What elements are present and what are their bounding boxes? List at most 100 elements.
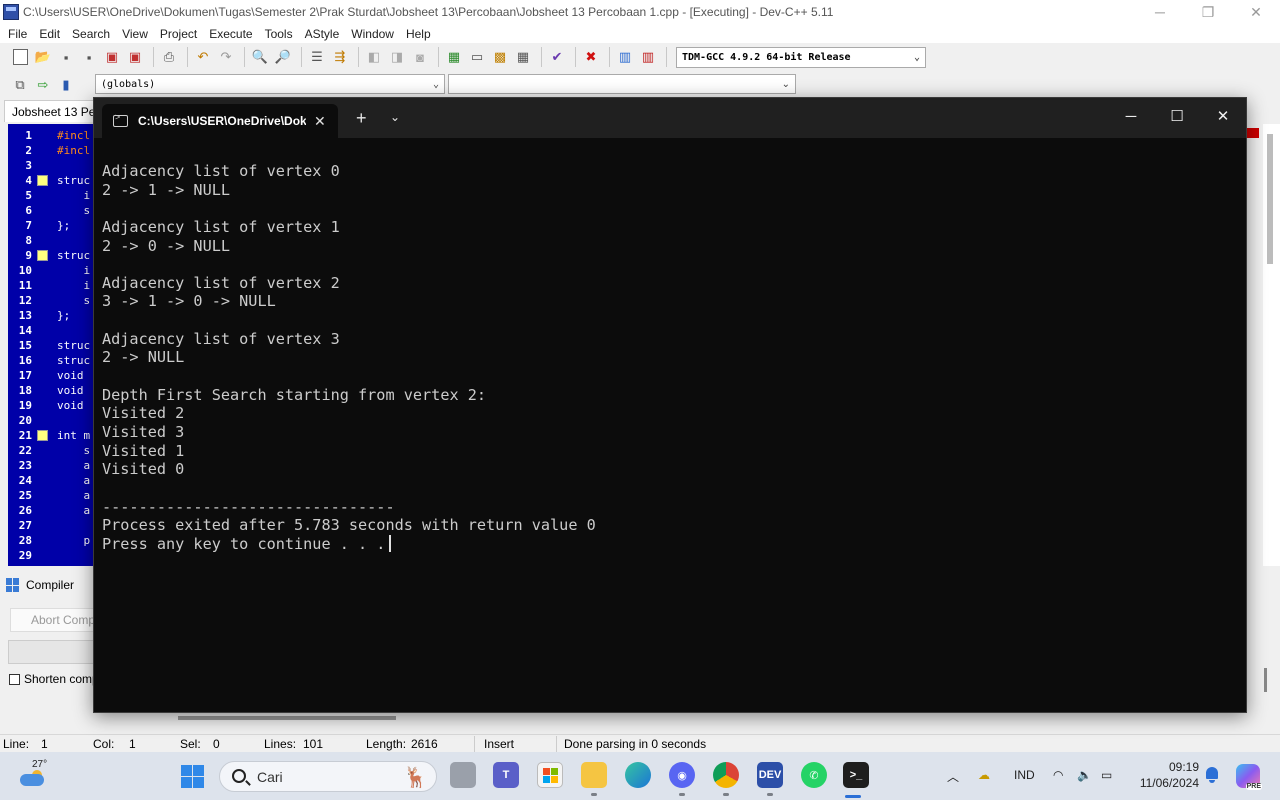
editor-line[interactable]: 17 void xyxy=(8,368,94,383)
new-project-icon[interactable]: ▦ xyxy=(444,47,464,67)
editor-line[interactable]: 14 xyxy=(8,323,94,338)
file-explorer-icon[interactable] xyxy=(581,762,607,788)
editor-line[interactable]: 10 i xyxy=(8,263,94,278)
editor-line[interactable]: 29 xyxy=(8,548,94,563)
menu-edit[interactable]: Edit xyxy=(33,27,66,41)
layout-icon[interactable]: ▩ xyxy=(490,47,510,67)
devcpp-taskbar-icon[interactable]: DEV xyxy=(757,762,783,788)
replace-icon[interactable]: 🔎 xyxy=(273,47,293,67)
terminal-window[interactable]: C:\Users\USER\OneDrive\Dok ✕ + ⌄ ─ ☐ ✕ A… xyxy=(93,97,1247,713)
editor-line[interactable]: 2 #incl xyxy=(8,143,94,158)
goto-icon[interactable]: ⇨ xyxy=(33,75,53,95)
menu-execute[interactable]: Execute xyxy=(203,27,258,41)
editor-line[interactable]: 6 s xyxy=(8,203,94,218)
weather-widget[interactable]: 27° xyxy=(18,759,52,792)
toggle-comment-icon[interactable]: ◙ xyxy=(410,47,430,67)
editor-line[interactable]: 19 void xyxy=(8,398,94,413)
editor-line[interactable]: 11 i xyxy=(8,278,94,293)
abort-compilation-button[interactable]: Abort Compilation xyxy=(10,608,100,632)
battery-icon[interactable]: ▭ xyxy=(1101,768,1112,782)
goto-line-icon[interactable]: ☰ xyxy=(307,47,327,67)
redo-icon[interactable]: ↷ xyxy=(216,47,236,67)
editor-line[interactable]: 22 s xyxy=(8,443,94,458)
insert-icon[interactable]: ⧉ xyxy=(10,75,30,95)
notification-bell-icon[interactable] xyxy=(1205,767,1219,783)
unindent-icon[interactable]: ◨ xyxy=(387,47,407,67)
editor-line[interactable]: 20 xyxy=(8,413,94,428)
compiler-tab[interactable]: Compiler xyxy=(6,578,74,592)
volume-icon[interactable]: 🔈 xyxy=(1077,768,1092,782)
undo-icon[interactable]: ↶ xyxy=(193,47,213,67)
horizontal-scrollbar-thumb[interactable] xyxy=(178,716,396,720)
editor-line[interactable]: 16 struc xyxy=(8,353,94,368)
editor-line[interactable]: 15 struc xyxy=(8,338,94,353)
menu-file[interactable]: File xyxy=(2,27,33,41)
task-view-icon[interactable] xyxy=(450,762,476,788)
whatsapp-icon[interactable]: ✆ xyxy=(801,762,827,788)
code-editor[interactable]: 1 #incl 2 #incl 3 4 struc 5 i6 s 7}; 8 9 struc 10 i1… xyxy=(8,124,94,566)
editor-line[interactable]: 9 struc xyxy=(8,248,94,263)
menu-project[interactable]: Project xyxy=(154,27,203,41)
microsoft-store-icon[interactable] xyxy=(537,762,563,788)
terminal-minimize-button[interactable]: ─ xyxy=(1108,98,1154,138)
fold-toggle-icon[interactable] xyxy=(37,430,48,441)
editor-line[interactable]: 21 int m xyxy=(8,428,94,443)
editor-file-tab[interactable]: Jobsheet 13 Percobaan 1.cpp xyxy=(4,100,94,122)
terminal-tab[interactable]: C:\Users\USER\OneDrive\Dok ✕ xyxy=(102,104,338,138)
shorten-paths-checkbox[interactable] xyxy=(9,673,20,685)
scrollbar-thumb[interactable] xyxy=(1267,134,1273,264)
indent-icon[interactable]: ◧ xyxy=(364,47,384,67)
edge-icon[interactable] xyxy=(625,762,651,788)
close-button[interactable]: ✕ xyxy=(1232,0,1280,24)
window-icon[interactable]: ▭ xyxy=(467,47,487,67)
teams-icon[interactable]: T xyxy=(493,762,519,788)
editor-line[interactable]: 12 s xyxy=(8,293,94,308)
print-icon[interactable]: ⎙ xyxy=(159,47,179,67)
editor-line[interactable]: 3 xyxy=(8,158,94,173)
menu-tools[interactable]: Tools xyxy=(259,27,299,41)
minimize-button[interactable]: ─ xyxy=(1136,0,1184,24)
terminal-taskbar-icon[interactable]: >_ xyxy=(843,762,869,788)
editor-line[interactable]: 24 a xyxy=(8,473,94,488)
editor-line[interactable]: 7}; xyxy=(8,218,94,233)
new-file-icon[interactable] xyxy=(10,47,30,67)
chart-icon[interactable]: ▥ xyxy=(615,47,635,67)
start-button[interactable] xyxy=(181,765,204,788)
editor-line[interactable]: 18 void xyxy=(8,383,94,398)
chevron-down-icon[interactable]: ⌄ xyxy=(390,110,400,124)
class-browser-icon[interactable]: ▦ xyxy=(513,47,533,67)
wifi-icon[interactable]: ◠ xyxy=(1053,768,1063,782)
editor-line[interactable]: 28 p xyxy=(8,533,94,548)
menu-astyle[interactable]: AStyle xyxy=(299,27,346,41)
profile-icon[interactable]: ▥ xyxy=(638,47,658,67)
editor-line[interactable]: 1 #incl xyxy=(8,128,94,143)
editor-line[interactable]: 5 i xyxy=(8,188,94,203)
onedrive-status-icon[interactable]: ☁ xyxy=(978,768,990,782)
member-select[interactable]: ⌄ xyxy=(448,74,796,94)
fold-toggle-icon[interactable] xyxy=(37,175,48,186)
chrome-icon[interactable] xyxy=(713,762,739,788)
scope-select[interactable]: (globals) ⌄ xyxy=(95,74,445,94)
terminal-output[interactable]: Adjacency list of vertex 02 -> 1 -> NULL… xyxy=(102,162,1232,553)
restore-button[interactable]: ❐ xyxy=(1184,0,1232,24)
editor-line[interactable]: 25 a xyxy=(8,488,94,503)
menu-help[interactable]: Help xyxy=(400,27,437,41)
bookmark-toggle-icon[interactable]: ▮ xyxy=(56,75,76,95)
input-language[interactable]: IND xyxy=(1014,768,1035,782)
close-all-icon[interactable]: ▣ xyxy=(125,47,145,67)
stop-execution-icon[interactable]: ✖ xyxy=(581,47,601,67)
show-hidden-icons-icon[interactable]: ︿ xyxy=(947,768,959,785)
save-all-icon[interactable]: ▪ xyxy=(79,47,99,67)
new-tab-icon[interactable]: + xyxy=(356,108,367,129)
open-file-icon[interactable]: 📂 xyxy=(33,47,53,67)
save-icon[interactable]: ▪ xyxy=(56,47,76,67)
copilot-icon[interactable]: PRE xyxy=(1236,764,1262,790)
editor-vertical-scrollbar[interactable] xyxy=(1263,124,1280,566)
check-syntax-icon[interactable]: ✔ xyxy=(547,47,567,67)
system-clock[interactable]: 09:19 11/06/2024 xyxy=(1133,759,1199,791)
taskbar-search[interactable]: Cari 🦌 xyxy=(219,761,437,792)
menu-search[interactable]: Search xyxy=(66,27,116,41)
editor-line[interactable]: 27 xyxy=(8,518,94,533)
compiler-select[interactable]: TDM-GCC 4.9.2 64-bit Release ⌄ xyxy=(676,46,926,68)
menu-view[interactable]: View xyxy=(116,27,154,41)
